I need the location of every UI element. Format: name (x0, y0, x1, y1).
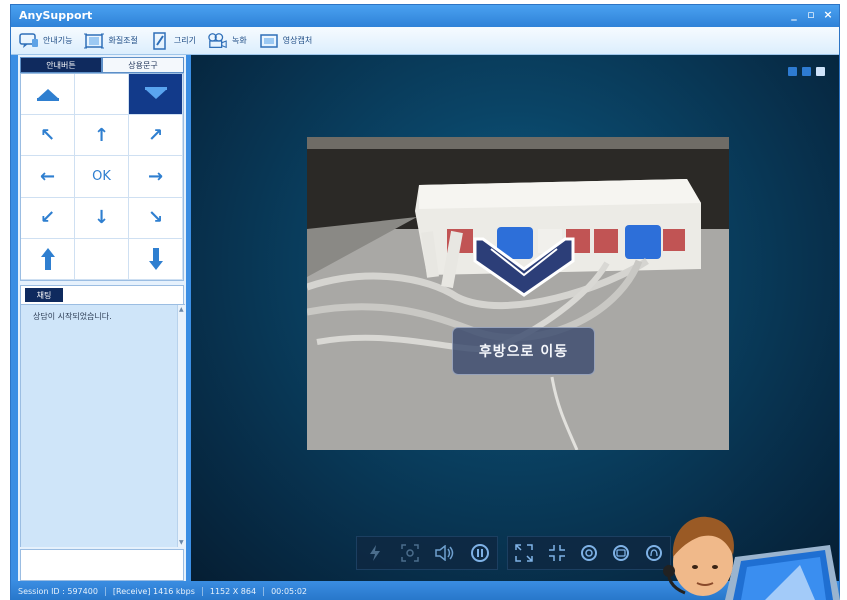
capture-tool-label: 영상캡처 (282, 36, 313, 45)
layout-switcher (788, 67, 825, 76)
arrow-left-icon: ← (39, 165, 56, 187)
flash-icon (369, 545, 380, 561)
bold-arrow-up-icon (40, 247, 55, 270)
volume-button[interactable] (434, 542, 456, 564)
shrink-icon (548, 545, 565, 561)
quality-tool-button[interactable]: 화질조절 (84, 32, 138, 50)
left-panel: 안내버튼 상용문구 ↖ ↑ ↗ ← OK → ↙ ↓ ↘ 채팅 상담이 시작되었… (18, 55, 186, 585)
control-bar-right (507, 536, 671, 570)
layout-dot-3[interactable] (816, 67, 825, 76)
move-up-large-button[interactable] (21, 74, 75, 116)
arrow-down-left-icon: ↙ (39, 207, 56, 229)
tab-common-phrases[interactable]: 상용문구 (102, 57, 184, 73)
toolbar: 안내기능 화질조절 그리기 녹화 영상캡처 (11, 27, 839, 55)
layout-dot-1[interactable] (788, 67, 797, 76)
arrow-up-right-button[interactable]: ↗ (129, 115, 183, 157)
pause-button[interactable] (469, 542, 491, 564)
title-bar[interactable]: AnySupport _ ▫ × (11, 5, 839, 27)
empty-cell (75, 238, 129, 280)
rotate-icon (580, 545, 597, 561)
close-button[interactable]: × (823, 8, 833, 21)
control-bar-left (356, 536, 498, 570)
draw-tool-button[interactable]: 그리기 (150, 31, 196, 50)
record-tool-label: 녹화 (232, 36, 247, 45)
guide-icon (19, 32, 39, 50)
app-title: AnySupport (19, 9, 93, 22)
record-icon (208, 32, 228, 50)
chat-history: 상담이 시작되었습니다. ▲ ▼ (21, 304, 185, 547)
ok-button[interactable]: OK (75, 156, 129, 198)
chat-input[interactable] (20, 549, 184, 581)
chevron-down-icon (144, 87, 167, 100)
remote-camera-viewer[interactable]: 후방으로 이동 (191, 55, 839, 581)
arrow-down-button[interactable]: ↓ (75, 197, 129, 239)
support-agent-mascot (655, 515, 840, 600)
zoom-in-button[interactable] (513, 542, 535, 564)
arrow-up-left-button[interactable]: ↖ (21, 115, 75, 157)
session-id-text: Session ID : 597400 (11, 586, 106, 596)
move-up-bold-button[interactable] (21, 238, 75, 280)
elapsed-time-text: 00:05:02 (271, 586, 308, 596)
agent-illustration-icon (663, 516, 840, 600)
chat-message: 상담이 시작되었습니다. (33, 312, 112, 321)
guide-tool-button[interactable]: 안내기능 (19, 32, 72, 50)
bitrate-text: [Receive] 1416 kbps (106, 586, 203, 596)
arrow-down-right-icon: ↘ (147, 207, 164, 229)
camera-feed[interactable]: 후방으로 이동 (307, 137, 729, 450)
minimize-button[interactable]: _ (789, 8, 799, 21)
tab-chat[interactable]: 채팅 (25, 288, 63, 302)
arrow-right-button[interactable]: → (129, 156, 183, 198)
arrow-up-right-icon: ↗ (147, 124, 164, 146)
arrow-down-icon: ↓ (93, 207, 110, 229)
maximize-button[interactable]: ▫ (806, 8, 816, 21)
window-controls: _ ▫ × (789, 8, 833, 21)
expand-icon (515, 544, 533, 562)
empty-cell (75, 74, 129, 116)
direction-pad: ↖ ↑ ↗ ← OK → ↙ ↓ ↘ (20, 73, 184, 281)
arrow-up-icon: ↑ (93, 124, 110, 146)
panel-tabs: 안내버튼 상용문구 (20, 57, 184, 73)
draw-icon (150, 31, 170, 50)
camera-switch-icon (613, 545, 630, 561)
zoom-out-button[interactable] (546, 542, 568, 564)
overlay-direction-label: 후방으로 이동 (452, 327, 595, 375)
arrow-right-icon: → (147, 165, 164, 187)
layout-dot-2[interactable] (802, 67, 811, 76)
arrow-up-left-icon: ↖ (39, 124, 56, 146)
flash-button[interactable] (364, 542, 386, 564)
app-window: AnySupport _ ▫ × 안내기능 화질조절 그리기 녹화 영상캡처 안… (10, 4, 840, 600)
arrow-down-left-button[interactable]: ↙ (21, 197, 75, 239)
move-down-bold-button[interactable] (129, 238, 183, 280)
pause-icon (470, 544, 489, 562)
tab-guide-buttons[interactable]: 안내버튼 (20, 57, 102, 73)
quality-icon (84, 32, 105, 50)
quality-tool-label: 화질조절 (108, 36, 138, 45)
focus-button[interactable] (399, 542, 421, 564)
arrow-down-right-button[interactable]: ↘ (129, 197, 183, 239)
capture-icon (259, 32, 279, 50)
resolution-text: 1152 X 864 (203, 586, 265, 596)
scroll-down-icon[interactable]: ▼ (179, 539, 184, 546)
rotate-button[interactable] (578, 542, 600, 564)
chevron-up-icon (36, 89, 59, 102)
camera-scene-image (307, 137, 729, 450)
arrow-up-button[interactable]: ↑ (75, 115, 129, 157)
draw-tool-label: 그리기 (173, 36, 196, 45)
focus-icon (400, 544, 419, 562)
camera-switch-button[interactable] (610, 542, 632, 564)
scroll-up-icon[interactable]: ▲ (179, 306, 184, 313)
capture-tool-button[interactable]: 영상캡처 (259, 32, 312, 50)
guide-tool-label: 안내기능 (43, 36, 73, 45)
record-tool-button[interactable]: 녹화 (208, 32, 247, 50)
chat-panel: 채팅 상담이 시작되었습니다. ▲ ▼ (20, 285, 185, 547)
speaker-icon (434, 545, 453, 561)
chat-scrollbar[interactable]: ▲ ▼ (177, 305, 185, 547)
arrow-left-button[interactable]: ← (21, 156, 75, 198)
move-back-button[interactable] (129, 74, 183, 116)
bold-arrow-down-icon (148, 247, 163, 270)
